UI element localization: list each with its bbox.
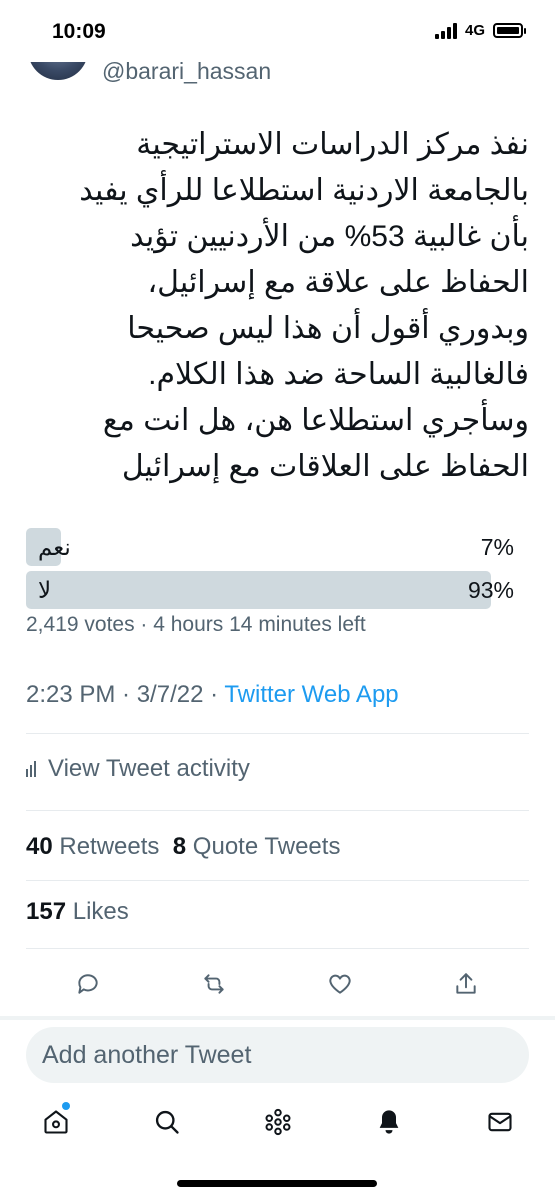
- tweet-text-line: وبدوري أقول أن هذا ليس صحيحا: [127, 312, 529, 345]
- likes-stat[interactable]: 157 Likes: [26, 898, 129, 926]
- retweet-icon[interactable]: [196, 966, 232, 1002]
- likes-label: Likes: [72, 898, 129, 925]
- tweet-text: نفذ مركز الدراسات الاستراتيجية بالجامعة …: [29, 122, 529, 490]
- tweet-text-line: بأن غالبية 53% من الأردنيين تؤيد: [130, 220, 529, 253]
- tweet-text-line: وسأجري استطلاعا هن، هل انت مع: [102, 404, 529, 437]
- retweets-count: 40: [26, 833, 53, 860]
- reply-placeholder: Add another Tweet: [42, 1041, 252, 1069]
- author-handle[interactable]: @barari_hassan: [102, 58, 271, 85]
- tweet-source-link[interactable]: Twitter Web App: [224, 681, 398, 708]
- poll-option-label: لا: [38, 577, 52, 603]
- battery-icon: [493, 23, 526, 38]
- notifications-icon[interactable]: [369, 1100, 409, 1144]
- reply-input[interactable]: Add another Tweet: [26, 1027, 529, 1083]
- section-separator: [0, 1016, 555, 1020]
- poll-option-no: لا 93%: [26, 571, 526, 609]
- poll-option-label: نعم: [38, 534, 71, 560]
- retweets-stat[interactable]: 40 Retweets: [26, 833, 159, 860]
- poll-meta: 2,419 votes · 4 hours 14 minutes left: [26, 613, 366, 636]
- reply-icon[interactable]: [70, 966, 106, 1002]
- poll-bar: [26, 571, 491, 609]
- tweet-text-line: نفذ مركز الدراسات الاستراتيجية: [136, 128, 529, 161]
- tweet-text-line: فالغالبية الساحة ضد هذا الكلام.: [148, 358, 529, 391]
- quote-tweets-label: Quote Tweets: [192, 833, 341, 860]
- tweet-text-line: الحفاظ على العلاقات مع إسرائيل: [121, 450, 529, 483]
- tweet-time-date[interactable]: 2:23 PM · 3/7/22 ·: [26, 681, 224, 708]
- engagement-stats: 40 Retweets 8 Quote Tweets: [26, 833, 340, 861]
- quote-tweets-stat[interactable]: 8 Quote Tweets: [173, 833, 341, 860]
- poll: نعم 7% لا 93%: [26, 528, 526, 614]
- tweet-timestamp: 2:23 PM · 3/7/22 · Twitter Web App: [26, 681, 399, 709]
- share-icon[interactable]: [448, 966, 484, 1002]
- activity-label: View Tweet activity: [48, 755, 250, 782]
- divider: [26, 733, 529, 734]
- spaces-icon[interactable]: [258, 1100, 298, 1144]
- poll-option-percent: 7%: [480, 534, 514, 560]
- divider: [26, 810, 529, 811]
- network-label: 4G: [464, 22, 485, 39]
- analytics-icon: [26, 761, 36, 777]
- retweets-label: Retweets: [59, 833, 160, 860]
- quote-tweets-count: 8: [172, 833, 187, 860]
- status-indicators: 4G: [434, 22, 526, 39]
- status-bar: 10:09 4G: [0, 0, 555, 62]
- tweet-text-line: الحفاظ على علاقة مع إسرائيل،: [147, 266, 529, 299]
- messages-icon[interactable]: [480, 1100, 520, 1144]
- home-icon[interactable]: [36, 1100, 76, 1144]
- divider: [26, 948, 529, 949]
- poll-option-percent: 93%: [467, 577, 514, 603]
- bottom-tab-bar: [0, 1100, 555, 1150]
- likes-count: 157: [26, 898, 67, 925]
- signal-icon: [434, 22, 457, 39]
- tweet-actions: [26, 966, 529, 1002]
- new-content-dot: [62, 1102, 70, 1110]
- view-tweet-activity[interactable]: View Tweet activity: [26, 755, 250, 783]
- status-time: 10:09: [52, 20, 106, 43]
- divider: [26, 880, 529, 881]
- home-indicator[interactable]: [177, 1180, 377, 1187]
- like-icon[interactable]: [322, 966, 358, 1002]
- search-icon[interactable]: [147, 1100, 187, 1144]
- poll-option-yes: نعم 7%: [26, 528, 526, 566]
- tweet-text-line: بالجامعة الاردنية استطلاعا للرأي يفيد: [79, 174, 529, 207]
